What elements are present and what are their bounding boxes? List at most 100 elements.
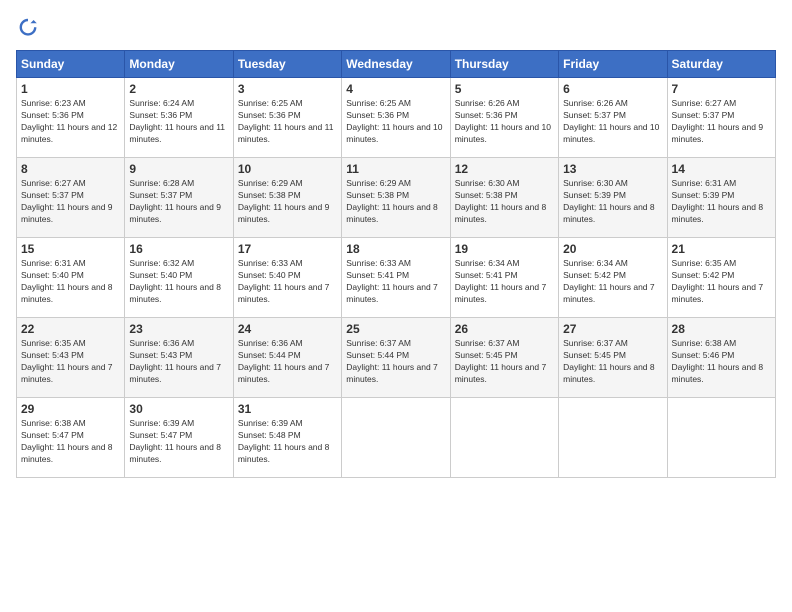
calendar-cell: [559, 398, 667, 478]
calendar-cell: 25 Sunrise: 6:37 AMSunset: 5:44 PMDayligh…: [342, 318, 450, 398]
day-detail: Sunrise: 6:30 AMSunset: 5:39 PMDaylight:…: [563, 178, 662, 226]
day-number: 6: [563, 82, 662, 96]
day-header-thursday: Thursday: [450, 51, 558, 78]
day-detail: Sunrise: 6:27 AMSunset: 5:37 PMDaylight:…: [21, 178, 120, 226]
calendar-cell: 21 Sunrise: 6:35 AMSunset: 5:42 PMDayligh…: [667, 238, 775, 318]
calendar-cell: 28 Sunrise: 6:38 AMSunset: 5:46 PMDayligh…: [667, 318, 775, 398]
day-detail: Sunrise: 6:39 AMSunset: 5:47 PMDaylight:…: [129, 418, 228, 466]
day-number: 21: [672, 242, 771, 256]
day-detail: Sunrise: 6:25 AMSunset: 5:36 PMDaylight:…: [346, 98, 445, 146]
day-detail: Sunrise: 6:35 AMSunset: 5:43 PMDaylight:…: [21, 338, 120, 386]
calendar-cell: 1Sunrise: 6:23 AMSunset: 5:36 PMDaylight…: [17, 78, 125, 158]
calendar-cell: 17 Sunrise: 6:33 AMSunset: 5:40 PMDayligh…: [233, 238, 341, 318]
calendar-cell: [342, 398, 450, 478]
day-number: 3: [238, 82, 337, 96]
calendar-cell: 5 Sunrise: 6:26 AMSunset: 5:36 PMDaylight…: [450, 78, 558, 158]
calendar-cell: 4 Sunrise: 6:25 AMSunset: 5:36 PMDaylight…: [342, 78, 450, 158]
day-number: 5: [455, 82, 554, 96]
calendar-cell: 26 Sunrise: 6:37 AMSunset: 5:45 PMDayligh…: [450, 318, 558, 398]
day-detail: Sunrise: 6:25 AMSunset: 5:36 PMDaylight:…: [238, 98, 337, 146]
day-detail: Sunrise: 6:23 AMSunset: 5:36 PMDaylight:…: [21, 98, 120, 146]
day-header-sunday: Sunday: [17, 51, 125, 78]
calendar-cell: 2Sunrise: 6:24 AMSunset: 5:36 PMDaylight…: [125, 78, 233, 158]
day-detail: Sunrise: 6:34 AMSunset: 5:42 PMDaylight:…: [563, 258, 662, 306]
calendar-week-5: 29 Sunrise: 6:38 AMSunset: 5:47 PMDayligh…: [17, 398, 776, 478]
logo-icon: [16, 16, 40, 40]
calendar-cell: 12 Sunrise: 6:30 AMSunset: 5:38 PMDayligh…: [450, 158, 558, 238]
day-number: 28: [672, 322, 771, 336]
day-detail: Sunrise: 6:27 AMSunset: 5:37 PMDaylight:…: [672, 98, 771, 146]
day-number: 7: [672, 82, 771, 96]
calendar-table: SundayMondayTuesdayWednesdayThursdayFrid…: [16, 50, 776, 478]
calendar-cell: 18Sunrise: 6:33 AMSunset: 5:41 PMDayligh…: [342, 238, 450, 318]
day-detail: Sunrise: 6:38 AMSunset: 5:46 PMDaylight:…: [672, 338, 771, 386]
day-number: 12: [455, 162, 554, 176]
day-detail: Sunrise: 6:26 AMSunset: 5:36 PMDaylight:…: [455, 98, 554, 146]
day-number: 25: [346, 322, 445, 336]
day-detail: Sunrise: 6:37 AMSunset: 5:45 PMDaylight:…: [455, 338, 554, 386]
day-number: 17: [238, 242, 337, 256]
calendar-cell: 3 Sunrise: 6:25 AMSunset: 5:36 PMDaylight…: [233, 78, 341, 158]
day-number: 16: [129, 242, 228, 256]
day-detail: Sunrise: 6:29 AMSunset: 5:38 PMDaylight:…: [346, 178, 445, 226]
day-number: 30: [129, 402, 228, 416]
day-header-wednesday: Wednesday: [342, 51, 450, 78]
calendar-cell: 23Sunrise: 6:36 AMSunset: 5:43 PMDayligh…: [125, 318, 233, 398]
calendar-cell: [450, 398, 558, 478]
day-number: 9: [129, 162, 228, 176]
day-header-tuesday: Tuesday: [233, 51, 341, 78]
day-number: 20: [563, 242, 662, 256]
day-number: 26: [455, 322, 554, 336]
day-detail: Sunrise: 6:37 AMSunset: 5:45 PMDaylight:…: [563, 338, 662, 386]
day-detail: Sunrise: 6:29 AMSunset: 5:38 PMDaylight:…: [238, 178, 337, 226]
day-number: 14: [672, 162, 771, 176]
calendar-cell: 30 Sunrise: 6:39 AMSunset: 5:47 PMDayligh…: [125, 398, 233, 478]
calendar-cell: 11 Sunrise: 6:29 AMSunset: 5:38 PMDayligh…: [342, 158, 450, 238]
day-detail: Sunrise: 6:38 AMSunset: 5:47 PMDaylight:…: [21, 418, 120, 466]
day-number: 22: [21, 322, 120, 336]
page-header: [16, 16, 776, 40]
day-number: 10: [238, 162, 337, 176]
day-header-friday: Friday: [559, 51, 667, 78]
day-detail: Sunrise: 6:33 AMSunset: 5:41 PMDaylight:…: [346, 258, 445, 306]
calendar-week-1: 1Sunrise: 6:23 AMSunset: 5:36 PMDaylight…: [17, 78, 776, 158]
day-header-saturday: Saturday: [667, 51, 775, 78]
day-detail: Sunrise: 6:24 AMSunset: 5:36 PMDaylight:…: [129, 98, 228, 146]
day-detail: Sunrise: 6:35 AMSunset: 5:42 PMDaylight:…: [672, 258, 771, 306]
day-number: 11: [346, 162, 445, 176]
calendar-week-4: 22 Sunrise: 6:35 AMSunset: 5:43 PMDayligh…: [17, 318, 776, 398]
day-number: 29: [21, 402, 120, 416]
calendar-cell: 19 Sunrise: 6:34 AMSunset: 5:41 PMDayligh…: [450, 238, 558, 318]
calendar-cell: 24 Sunrise: 6:36 AMSunset: 5:44 PMDayligh…: [233, 318, 341, 398]
day-number: 31: [238, 402, 337, 416]
calendar-cell: 20 Sunrise: 6:34 AMSunset: 5:42 PMDayligh…: [559, 238, 667, 318]
day-detail: Sunrise: 6:31 AMSunset: 5:40 PMDaylight:…: [21, 258, 120, 306]
day-number: 4: [346, 82, 445, 96]
day-detail: Sunrise: 6:37 AMSunset: 5:44 PMDaylight:…: [346, 338, 445, 386]
day-detail: Sunrise: 6:26 AMSunset: 5:37 PMDaylight:…: [563, 98, 662, 146]
day-header-monday: Monday: [125, 51, 233, 78]
calendar-week-3: 15 Sunrise: 6:31 AMSunset: 5:40 PMDayligh…: [17, 238, 776, 318]
day-detail: Sunrise: 6:30 AMSunset: 5:38 PMDaylight:…: [455, 178, 554, 226]
day-detail: Sunrise: 6:28 AMSunset: 5:37 PMDaylight:…: [129, 178, 228, 226]
day-detail: Sunrise: 6:36 AMSunset: 5:43 PMDaylight:…: [129, 338, 228, 386]
day-detail: Sunrise: 6:39 AMSunset: 5:48 PMDaylight:…: [238, 418, 337, 466]
calendar-cell: 16 Sunrise: 6:32 AMSunset: 5:40 PMDayligh…: [125, 238, 233, 318]
day-detail: Sunrise: 6:33 AMSunset: 5:40 PMDaylight:…: [238, 258, 337, 306]
calendar-cell: 27Sunrise: 6:37 AMSunset: 5:45 PMDayligh…: [559, 318, 667, 398]
day-number: 8: [21, 162, 120, 176]
calendar-cell: 9 Sunrise: 6:28 AMSunset: 5:37 PMDaylight…: [125, 158, 233, 238]
day-detail: Sunrise: 6:32 AMSunset: 5:40 PMDaylight:…: [129, 258, 228, 306]
day-number: 24: [238, 322, 337, 336]
logo: [16, 16, 44, 40]
day-number: 13: [563, 162, 662, 176]
calendar-cell: 15 Sunrise: 6:31 AMSunset: 5:40 PMDayligh…: [17, 238, 125, 318]
calendar-cell: 13 Sunrise: 6:30 AMSunset: 5:39 PMDayligh…: [559, 158, 667, 238]
day-number: 15: [21, 242, 120, 256]
day-detail: Sunrise: 6:34 AMSunset: 5:41 PMDaylight:…: [455, 258, 554, 306]
day-detail: Sunrise: 6:36 AMSunset: 5:44 PMDaylight:…: [238, 338, 337, 386]
calendar-cell: [667, 398, 775, 478]
calendar-cell: 10 Sunrise: 6:29 AMSunset: 5:38 PMDayligh…: [233, 158, 341, 238]
day-number: 19: [455, 242, 554, 256]
calendar-cell: 22 Sunrise: 6:35 AMSunset: 5:43 PMDayligh…: [17, 318, 125, 398]
